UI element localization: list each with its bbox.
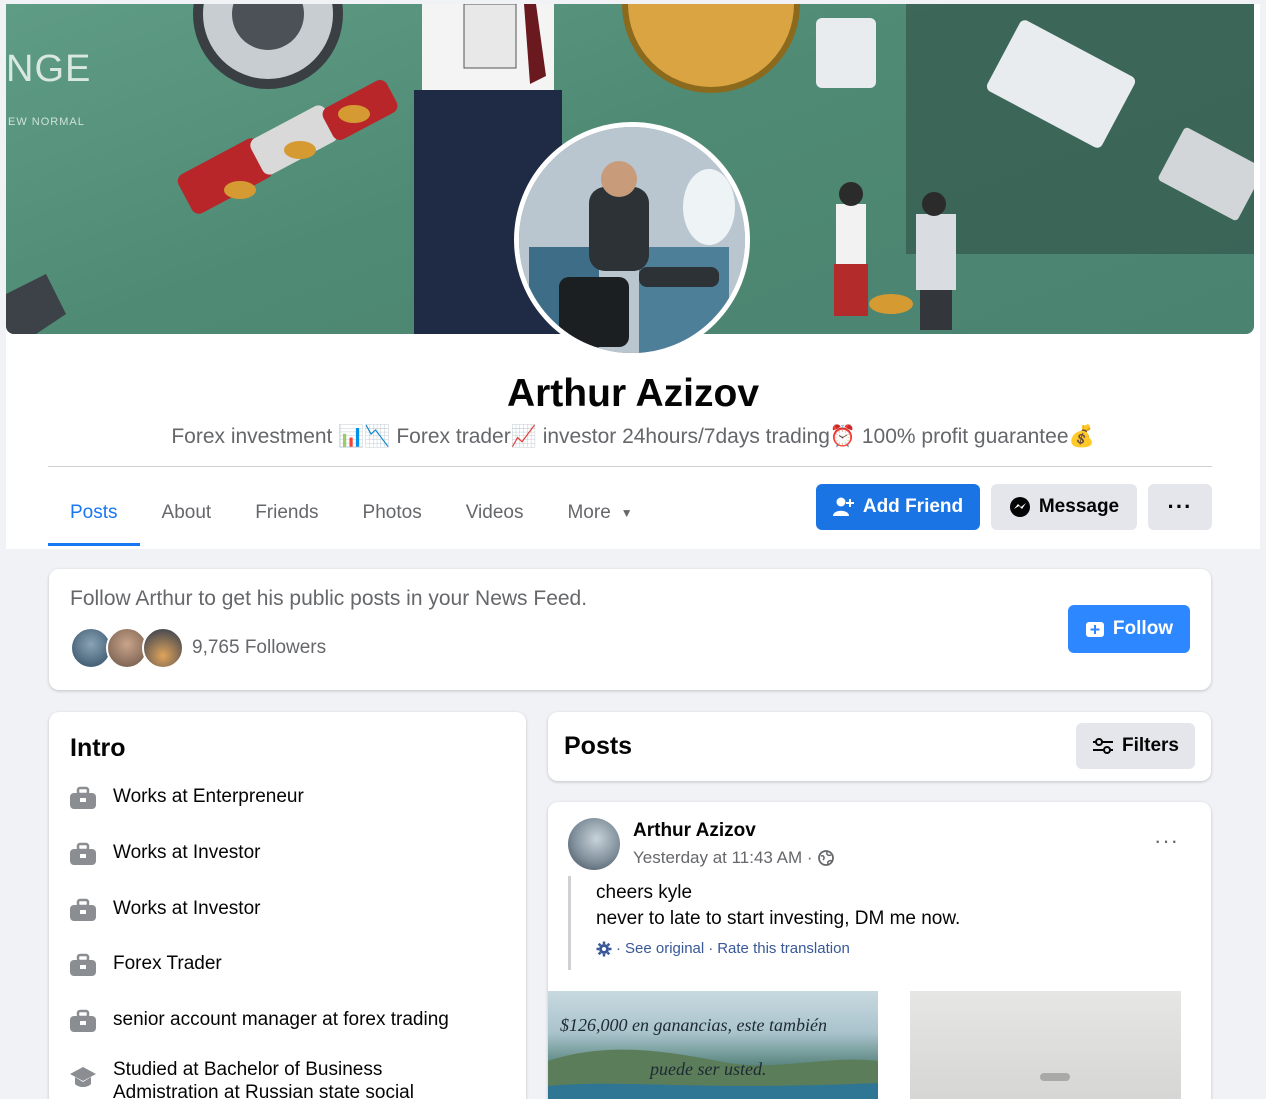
tab-videos[interactable]: Videos [444, 480, 546, 546]
post-meta: Yesterday at 11:43 AM · [633, 848, 834, 868]
tab-label: Posts [70, 502, 118, 523]
posts-title: Posts [564, 732, 633, 760]
briefcase-icon [69, 898, 97, 924]
filters-button[interactable]: Filters [1076, 723, 1195, 769]
see-original-link[interactable]: See original [625, 940, 704, 957]
follow-prompt: Follow Arthur to get his public posts in… [70, 587, 588, 610]
tab-label: More [567, 502, 611, 523]
profile-tabs: Posts About Friends Photos Videos More ▼ [48, 480, 655, 548]
photo-image [1040, 1073, 1070, 1081]
post-text-line: cheers kyle [596, 882, 693, 903]
briefcase-icon [69, 953, 97, 979]
gear-icon [596, 941, 612, 957]
profile-header: NGE EW NORMAL Arthur Azizov Forex invest… [6, 4, 1260, 549]
tab-posts[interactable]: Posts [48, 480, 140, 546]
avatar-photo [519, 127, 745, 353]
tab-label: Photos [362, 502, 422, 523]
tab-label: About [161, 502, 212, 523]
more-options-button[interactable]: ··· [1148, 484, 1212, 530]
briefcase-icon [69, 1009, 97, 1035]
message-label: Message [1038, 496, 1120, 517]
add-person-icon [832, 497, 855, 517]
intro-title: Intro [70, 734, 126, 762]
tab-more[interactable]: More ▼ [545, 480, 654, 546]
messenger-icon [1009, 496, 1031, 518]
graduation-cap-icon [69, 1064, 97, 1090]
follow-icon [1085, 619, 1105, 639]
intro-text[interactable]: Works at Investor [113, 842, 260, 864]
cover-text-small: EW NORMAL [8, 116, 85, 128]
profile-avatar[interactable] [514, 122, 750, 358]
post-timestamp[interactable]: Yesterday at 11:43 AM · [633, 848, 813, 868]
posts-header-card: Posts Filters [548, 712, 1211, 781]
intro-item: senior account manager at forex trading [69, 1009, 449, 1035]
profile-name: Arthur Azizov [506, 372, 760, 415]
post-body: cheers kyle never to late to start inves… [568, 876, 960, 970]
post-text-line: never to late to start investing, DM me … [596, 908, 961, 929]
header-divider [48, 466, 1212, 467]
follower-avatar[interactable] [142, 627, 184, 669]
intro-text[interactable]: Works at Investor [113, 898, 260, 920]
follow-card: Follow Arthur to get his public posts in… [49, 569, 1211, 690]
tab-label: Friends [255, 502, 319, 523]
briefcase-icon [69, 786, 97, 812]
photo-caption: $126,000 en ganancias, este también [560, 1015, 827, 1035]
photo-caption: puede ser usted. [650, 1059, 767, 1079]
post-photo[interactable] [910, 991, 1181, 1099]
intro-item: Studied at Bachelor of Business Admistra… [69, 1058, 479, 1099]
translation-row: · See original · Rate this translation [596, 940, 960, 957]
intro-text[interactable]: Works at Enterpreneur [113, 786, 304, 808]
intro-item: Works at Enterpreneur [69, 786, 304, 812]
globe-icon [817, 850, 834, 866]
follow-button[interactable]: Follow [1068, 605, 1190, 653]
post-author-avatar[interactable] [568, 818, 620, 870]
post-author-name[interactable]: Arthur Azizov [633, 820, 756, 842]
profile-page: NGE EW NORMAL Arthur Azizov Forex invest… [0, 0, 1266, 1099]
intro-card: Intro Works at Enterpreneur Works at Inv… [49, 712, 526, 1099]
photo-landscape [548, 1049, 878, 1099]
filters-label: Filters [1121, 735, 1180, 756]
intro-text[interactable]: Studied at Bachelor of Business Admistra… [113, 1058, 479, 1099]
tab-photos[interactable]: Photos [341, 480, 444, 546]
followers-row: 9,765 Followers [70, 627, 326, 669]
post-photo[interactable]: $126,000 en ganancias, este también pued… [548, 991, 878, 1099]
intro-text: senior account manager at forex trading [113, 1009, 449, 1030]
profile-bio: Forex investment 📊📉 Forex trader📈 invest… [171, 425, 1095, 448]
followers-count[interactable]: 9,765 Followers [192, 637, 326, 659]
intro-item: Works at Investor [69, 898, 260, 924]
message-button[interactable]: Message [991, 484, 1137, 530]
tab-about[interactable]: About [140, 480, 234, 546]
separator-dot: · [708, 940, 714, 957]
tab-friends[interactable]: Friends [233, 480, 340, 546]
add-friend-button[interactable]: Add Friend [816, 484, 980, 530]
caret-down-icon: ▼ [620, 506, 633, 520]
sliders-icon [1092, 737, 1114, 755]
intro-text: Forex Trader [113, 953, 222, 974]
ellipsis-icon: ··· [1167, 494, 1193, 519]
post-options-icon[interactable]: ··· [1154, 828, 1179, 854]
briefcase-icon [69, 842, 97, 868]
cover-text-large: NGE [6, 48, 92, 90]
intro-item: Forex Trader [69, 953, 222, 979]
intro-item: Works at Investor [69, 842, 260, 868]
tab-label: Videos [465, 502, 524, 523]
follow-label: Follow [1112, 618, 1174, 639]
separator-dot: · [616, 940, 621, 957]
add-friend-label: Add Friend [862, 496, 964, 517]
post-card: Arthur Azizov Yesterday at 11:43 AM · ··… [548, 802, 1211, 1099]
rate-translation-link[interactable]: Rate this translation [717, 940, 850, 957]
